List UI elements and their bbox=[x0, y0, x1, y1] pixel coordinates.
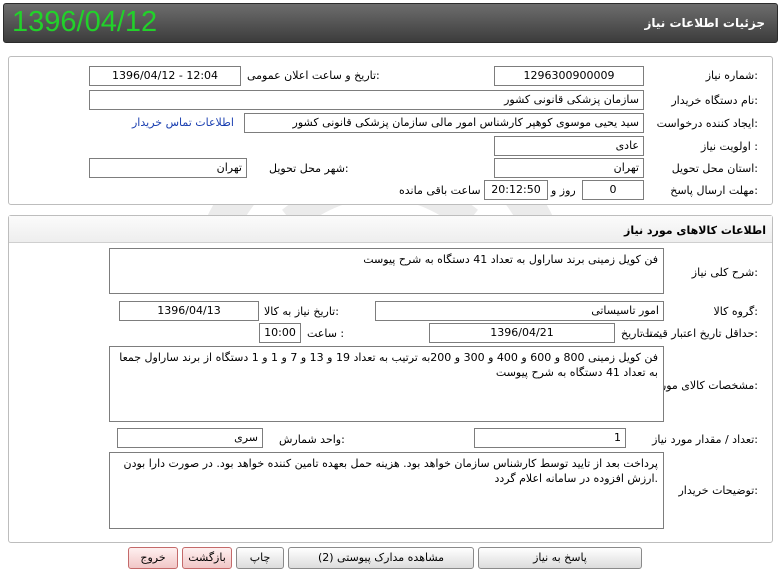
until-date-label: تا تاریخ : bbox=[621, 327, 660, 340]
buyer-notes-field: پرداخت بعد از تایید توسط کارشناس سازمان … bbox=[109, 452, 664, 529]
quantity-field: 1 bbox=[474, 428, 626, 448]
unit-field: سری bbox=[117, 428, 263, 448]
priority-field: عادی bbox=[494, 136, 644, 156]
time-remaining-field: 20:12:50 bbox=[484, 180, 548, 200]
group-label: گروه کالا: bbox=[713, 305, 758, 318]
city-label: شهر محل تحویل: bbox=[269, 162, 349, 175]
until-date-field: 1396/04/21 bbox=[429, 323, 615, 343]
hour-field: 10:00 bbox=[259, 323, 301, 343]
goods-panel: اطلاعات کالاهای مورد نیاز شرح کلی نیاز: … bbox=[8, 215, 773, 543]
need-info-panel: شماره نیاز: 1296300900009 تاریخ و ساعت ا… bbox=[8, 56, 773, 205]
announce-label: تاریخ و ساعت اعلان عمومی: bbox=[247, 69, 380, 82]
creator-field: سید یحیی موسوی کوهپر کارشناس امور مالی س… bbox=[244, 113, 644, 133]
hour-label: ساعت : bbox=[307, 327, 345, 340]
buyer-notes-label: توضیحات خریدار: bbox=[678, 484, 759, 497]
quantity-label: تعداد / مقدار مورد نیاز: bbox=[652, 433, 758, 446]
city-field: تهران bbox=[89, 158, 247, 178]
unit-label: واحد شمارش: bbox=[279, 433, 345, 446]
buyer-label: نام دستگاه خریدار: bbox=[671, 94, 758, 107]
exit-button[interactable]: خروج bbox=[128, 547, 178, 569]
priority-label: اولویت نیاز : bbox=[700, 140, 758, 153]
header-date: 1396/04/12 bbox=[12, 6, 158, 38]
need-number-field: 1296300900009 bbox=[494, 66, 644, 86]
province-field: تهران bbox=[494, 158, 644, 178]
remaining-label: ساعت باقی مانده bbox=[399, 184, 481, 197]
section-title: اطلاعات کالاهای مورد نیاز bbox=[624, 224, 766, 237]
summary-label: شرح کلی نیاز: bbox=[691, 266, 758, 279]
spec-field: فن کویل زمینی 800 و 600 و 400 و 300 و 20… bbox=[109, 346, 664, 422]
deadline-label: مهلت ارسال پاسخ: bbox=[670, 184, 758, 197]
days-unit-label: روز و bbox=[551, 184, 576, 197]
back-button[interactable]: بازگشت bbox=[182, 547, 232, 569]
page-title: جزئیات اطلاعات نیاز bbox=[644, 16, 765, 30]
days-field: 0 bbox=[582, 180, 644, 200]
group-field: امور تاسیساتی bbox=[375, 301, 664, 321]
summary-field: فن کویل زمینی برند ساراول به تعداد 41 دس… bbox=[109, 248, 664, 294]
print-button[interactable]: چاپ bbox=[236, 547, 284, 569]
announce-field: 1396/04/12 - 12:04 bbox=[89, 66, 241, 86]
buyer-field: سازمان پزشکی قانونی کشور bbox=[89, 90, 644, 110]
need-date-label: تاریخ نیاز به کالا: bbox=[264, 305, 339, 318]
need-number-label: شماره نیاز: bbox=[705, 69, 758, 82]
respond-button[interactable]: پاسخ به نیاز bbox=[478, 547, 642, 569]
need-date-field: 1396/04/13 bbox=[119, 301, 259, 321]
page-header: 1396/04/12 جزئیات اطلاعات نیاز bbox=[3, 3, 778, 43]
contact-buyer-link[interactable]: اطلاعات تماس خریدار bbox=[132, 116, 234, 129]
province-label: استان محل تحویل: bbox=[671, 162, 758, 175]
view-attachments-button[interactable]: مشاهده مدارک پیوستی (2) bbox=[288, 547, 474, 569]
creator-label: ایجاد کننده درخواست: bbox=[656, 117, 758, 130]
section-header: اطلاعات کالاهای مورد نیاز bbox=[9, 216, 772, 243]
